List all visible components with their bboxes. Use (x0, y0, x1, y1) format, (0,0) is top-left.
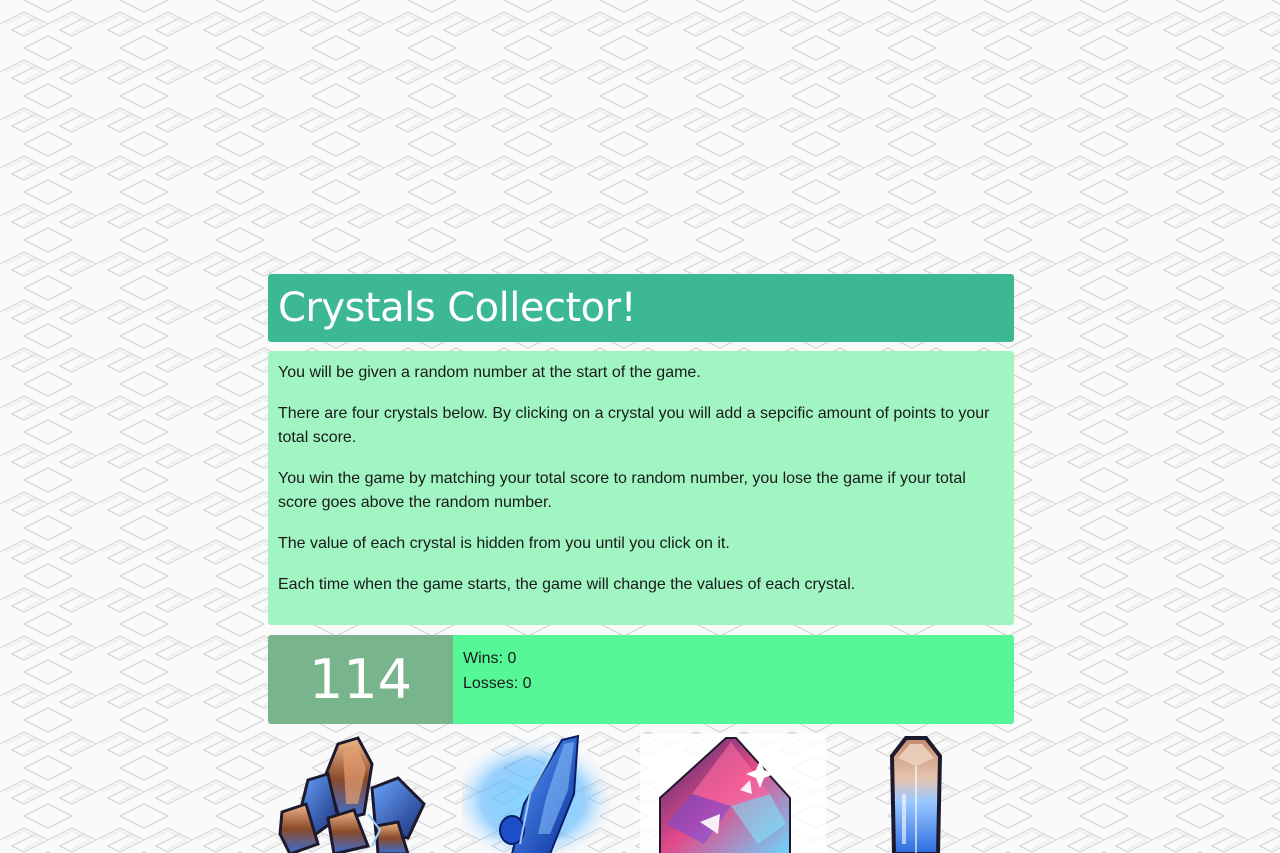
rule-text: The value of each crystal is hidden from… (278, 535, 730, 552)
crystal-diamond-pink-icon (640, 734, 826, 853)
crystal-blue-glowing-icon (462, 734, 620, 853)
rule-text: Each time when the game starts, the game… (278, 576, 856, 593)
crystal-shard-blue-icon (889, 736, 943, 853)
losses-counter: Losses: 0 (463, 675, 532, 692)
stats-panel: Wins: 0 Losses: 0 (453, 635, 1014, 724)
crystal-button-1[interactable] (268, 734, 454, 853)
crystal-button-3[interactable] (640, 734, 826, 853)
crystal-cluster-orange-blue-icon (278, 736, 426, 853)
rule-text: There are four crystals below. By clicki… (278, 405, 990, 446)
game-container: Crystals Collector! You will be given a … (268, 274, 1014, 853)
crystal-button-2[interactable] (454, 734, 640, 853)
target-number: 114 (268, 635, 453, 724)
wins-counter: Wins: 0 (463, 650, 517, 667)
rule-text: You will be given a random number at the… (278, 364, 701, 381)
scoreboard: 114 Wins: 0 Losses: 0 (268, 635, 1014, 724)
crystal-button-4[interactable] (826, 734, 1012, 853)
rule-text: You win the game by matching your total … (278, 470, 966, 511)
rules-panel: You will be given a random number at the… (268, 351, 1014, 625)
crystal-row (268, 734, 1014, 853)
title-bar: Crystals Collector! (268, 274, 1014, 342)
page-title: Crystals Collector! (278, 285, 637, 331)
